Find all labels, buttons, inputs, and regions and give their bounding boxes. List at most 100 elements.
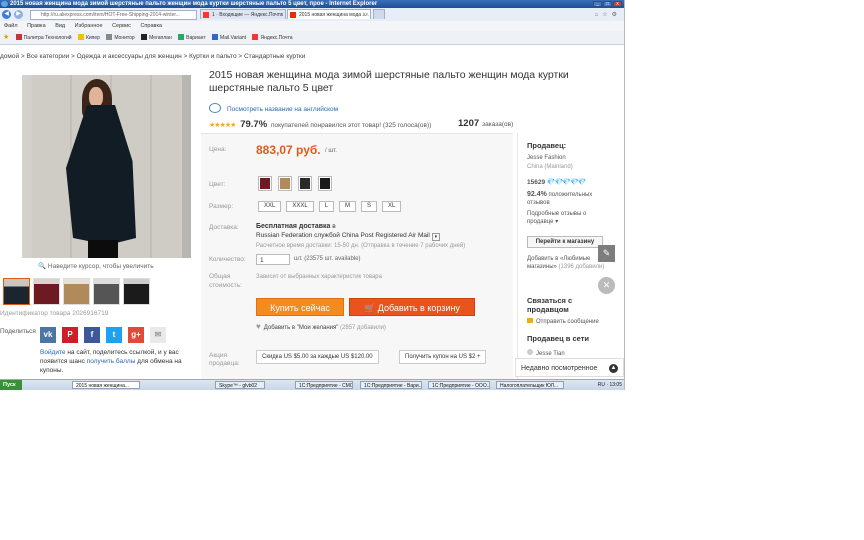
size-option[interactable]: XL: [382, 201, 402, 212]
yandex-mail-icon: [203, 12, 209, 18]
seller-score: 15629 💎💎💎💎💎: [527, 179, 586, 186]
clock: 13:05: [609, 382, 622, 388]
tab-close-icon[interactable]: ×: [365, 10, 368, 19]
minimize-button[interactable]: _: [593, 1, 602, 7]
vk-icon[interactable]: vk: [40, 327, 56, 343]
thumbnail[interactable]: [63, 278, 90, 305]
close-window-button[interactable]: x: [613, 1, 622, 7]
taskbar-item-1c-sms[interactable]: 1С:Предприятие - СМС...: [295, 381, 353, 389]
rating-text[interactable]: покупателей понравился этот товар! (325 …: [271, 122, 431, 129]
fav-yandex-mail[interactable]: Яндекс.Почта: [252, 32, 293, 45]
new-tab-button[interactable]: [373, 9, 385, 19]
thumbnail[interactable]: [33, 278, 60, 305]
menu-favorites[interactable]: Избранное: [75, 23, 103, 29]
discount-coupon[interactable]: Скидка US $5.00 за каждые US $120.00: [256, 350, 379, 364]
forward-icon[interactable]: ▶: [14, 10, 23, 19]
fav-kiper[interactable]: Кипер: [77, 32, 100, 45]
menu-file[interactable]: Файл: [4, 23, 18, 29]
color-swatch-camel[interactable]: [278, 176, 292, 191]
back-icon[interactable]: ◀: [2, 10, 11, 19]
promo-label: Акция продавца:: [209, 352, 240, 367]
fav-monitor[interactable]: Монитор: [106, 32, 135, 45]
thumbnail[interactable]: [93, 278, 120, 305]
size-option[interactable]: L: [318, 201, 335, 212]
email-icon[interactable]: ✉: [150, 327, 166, 343]
maximize-button[interactable]: □: [603, 1, 612, 7]
color-swatch-black[interactable]: [318, 176, 332, 191]
fav-mail-variant[interactable]: Mail.Variant: [212, 32, 246, 45]
address-bar-row: ◀ ▶ http://ru.aliexpress.com/item/HOT-Fr…: [0, 8, 624, 22]
add-to-cart-button[interactable]: 🛒 Добавить в корзину: [349, 298, 475, 316]
screenshot-area: 2015 новая женщина мода зимой шерстяные …: [0, 0, 625, 390]
contact-heading: Связаться с продавцом: [527, 296, 573, 314]
menu-view[interactable]: Вид: [55, 23, 65, 29]
delivery-service[interactable]: Russian Federation службой China Post Re…: [256, 232, 430, 239]
seller-heading: Продавец:: [527, 141, 567, 150]
recently-viewed-bar[interactable]: Недавно посмотренное ▲: [515, 358, 624, 377]
taskbar-item-1c-ooo[interactable]: 1С:Предприятие - ООО...: [428, 381, 490, 389]
go-to-store-button[interactable]: Перейти к магазину: [527, 236, 603, 248]
online-seller-name[interactable]: Jesse Tian: [527, 349, 565, 357]
size-option[interactable]: XXXL: [286, 201, 314, 212]
send-message-link[interactable]: Отправить сообщение: [527, 318, 599, 325]
pinterest-icon[interactable]: P: [62, 327, 78, 343]
chevron-down-icon[interactable]: ▾: [431, 233, 440, 241]
quantity-input[interactable]: 1: [256, 254, 290, 265]
add-favorite-store-link[interactable]: Добавить в «Любимые магазины» (1396 добав…: [527, 255, 604, 271]
taskbar: Пуск 2015 новая женщина... Skype™ - glvb…: [0, 379, 624, 390]
price-label: Цена:: [209, 146, 227, 153]
menu-edit[interactable]: Правка: [27, 23, 46, 29]
tab-mail[interactable]: 1 · Входящие — Яндекс.Почта ×: [200, 9, 286, 19]
tab-close-icon[interactable]: ×: [280, 10, 283, 19]
detailed-reviews-link[interactable]: Подробные отзывы о продавце ▾: [527, 210, 586, 226]
tab-aliexpress[interactable]: 2015 новая женщина мода з... ×: [287, 9, 371, 19]
buy-now-button[interactable]: Купить сейчас: [256, 298, 344, 316]
color-swatch-grey[interactable]: [298, 176, 312, 191]
fav-variant[interactable]: Вариант: [178, 32, 206, 45]
seller-location: China (Mainland): [527, 164, 573, 170]
points-link[interactable]: получить баллы: [87, 358, 136, 365]
delivery-label: Доставка:: [209, 224, 239, 231]
browser-title-bar: 2015 новая женщина мода зимой шерстяные …: [0, 0, 624, 8]
window-title: 2015 новая женщина мода зимой шерстяные …: [10, 1, 378, 7]
fav-megaplan[interactable]: Мегаплан: [141, 32, 172, 45]
rating-row: ★★★★★ 79.7% покупателей понравился этот …: [209, 119, 431, 130]
main-product-image[interactable]: [22, 75, 191, 258]
google-plus-icon[interactable]: g+: [128, 327, 144, 343]
login-link[interactable]: Войдите: [40, 349, 66, 356]
taskbar-item-skype[interactable]: Skype™ - glvb02: [215, 381, 265, 389]
url-field[interactable]: http://ru.aliexpress.com/item/HOT-Free-S…: [30, 10, 197, 20]
twitter-icon[interactable]: t: [106, 327, 122, 343]
thumbnail[interactable]: [123, 278, 150, 305]
menu-tools[interactable]: Сервис: [112, 23, 131, 29]
quantity-available: шт. (23575 шт. available): [294, 256, 361, 262]
favorites-star-icon[interactable]: ★: [3, 31, 9, 44]
home-star-gear-icons[interactable]: ⌂☆⚙: [595, 11, 621, 18]
language-indicator[interactable]: RU: [598, 382, 605, 388]
online-heading: Продавец в сети: [527, 334, 589, 343]
window-controls: _ □ x: [593, 1, 622, 7]
get-coupon-button[interactable]: Получить купон на US $2 +: [399, 350, 487, 364]
total-label: Общая стоимость:: [209, 273, 242, 289]
chevron-up-icon: ▲: [609, 364, 618, 373]
breadcrumb[interactable]: домой > Все категории > Одежда и аксессу…: [0, 53, 305, 60]
color-swatch-burgundy[interactable]: [258, 176, 272, 191]
facebook-icon[interactable]: f: [84, 327, 100, 343]
size-option[interactable]: S: [361, 201, 378, 212]
seller-name[interactable]: Jesse Fashion: [527, 155, 566, 161]
edit-icon[interactable]: ✎: [598, 245, 615, 262]
color-label: Цвет:: [209, 181, 226, 188]
close-icon[interactable]: ✕: [598, 277, 615, 294]
fav-palitra[interactable]: Палитра Технологий: [15, 32, 72, 45]
taskbar-item-ie[interactable]: 2015 новая женщина...: [72, 381, 140, 389]
taskbar-item-1c-variant[interactable]: 1С:Предприятие - Вари...: [360, 381, 422, 389]
menu-help[interactable]: Справка: [140, 23, 162, 29]
total-value: Зависит от выбранных характеристик товар…: [256, 274, 382, 280]
size-option[interactable]: M: [339, 201, 357, 212]
size-option[interactable]: XXL: [258, 201, 282, 212]
wishlist-link[interactable]: ♥ Добавить в "Мои желания" (2857 добавили…: [256, 322, 386, 331]
start-button[interactable]: Пуск: [0, 380, 22, 390]
translate-link[interactable]: Посмотреть название на английском: [209, 103, 338, 113]
thumbnail[interactable]: [3, 278, 30, 305]
taskbar-item-taxpayer[interactable]: Налогоплательщик ЮЛ...: [496, 381, 564, 389]
